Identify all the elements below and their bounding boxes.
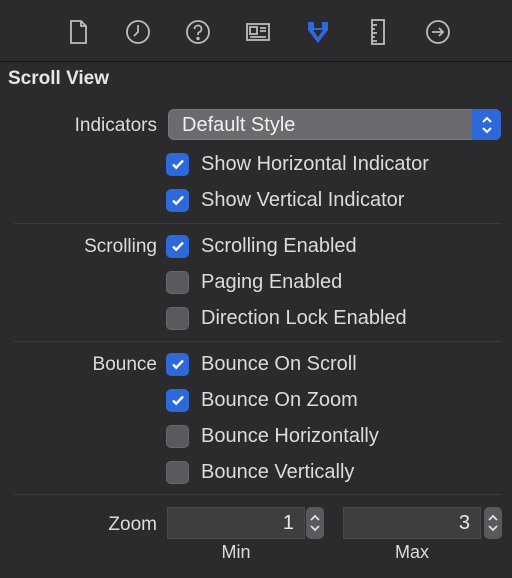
- checkbox-label: Paging Enabled: [201, 270, 343, 293]
- show-vertical-indicator-checkbox[interactable]: Show Vertical Indicator: [166, 187, 404, 213]
- checkmark-icon: [171, 359, 184, 370]
- checkbox-checked[interactable]: [166, 352, 189, 376]
- zoom-min-value: 1: [282, 512, 294, 534]
- divider: [14, 223, 502, 224]
- scrolling-label: Scrolling: [84, 236, 157, 257]
- connections-icon[interactable]: [420, 14, 456, 50]
- chevron-updown-icon: [310, 514, 320, 532]
- bounce-vertically-checkbox[interactable]: Bounce Vertically: [166, 459, 354, 485]
- checkbox-unchecked[interactable]: [166, 270, 189, 294]
- zoom-max-caption: Max: [394, 542, 429, 562]
- zoom-min-caption: Min: [221, 542, 251, 562]
- indicators-style-popup[interactable]: Default Style: [168, 109, 501, 140]
- indicators-style-value: Default Style: [182, 114, 296, 136]
- attributes-icon[interactable]: [300, 14, 336, 50]
- inspector-toolbar: [0, 0, 512, 62]
- bounce-on-zoom-checkbox[interactable]: Bounce On Zoom: [166, 387, 358, 413]
- checkbox-label: Show Vertical Indicator: [201, 188, 405, 211]
- bounce-label: Bounce: [92, 354, 157, 375]
- paging-enabled-checkbox[interactable]: Paging Enabled: [166, 269, 342, 295]
- ruler-icon[interactable]: [360, 14, 396, 50]
- bounce-on-scroll-checkbox[interactable]: Bounce On Scroll: [166, 351, 357, 377]
- identity-icon[interactable]: [240, 14, 276, 50]
- checkbox-label: Direction Lock Enabled: [201, 306, 407, 329]
- checkbox-checked[interactable]: [166, 152, 189, 176]
- checkbox-label: Bounce Vertically: [201, 460, 355, 483]
- checkbox-unchecked[interactable]: [166, 460, 189, 484]
- direction-lock-enabled-checkbox[interactable]: Direction Lock Enabled: [166, 305, 407, 331]
- divider: [14, 341, 502, 342]
- help-icon[interactable]: [180, 14, 216, 50]
- zoom-min-field[interactable]: 1: [167, 507, 305, 539]
- checkmark-icon: [171, 241, 184, 252]
- clock-icon[interactable]: [120, 14, 156, 50]
- checkmark-icon: [171, 159, 184, 170]
- checkbox-label: Bounce On Zoom: [201, 388, 358, 411]
- indicators-label: Indicators: [74, 115, 157, 136]
- scrolling-enabled-checkbox[interactable]: Scrolling Enabled: [166, 233, 357, 259]
- chevron-updown-icon: [488, 514, 498, 532]
- zoom-min-stepper[interactable]: [306, 507, 324, 539]
- checkbox-unchecked[interactable]: [166, 424, 189, 448]
- divider: [14, 494, 502, 495]
- checkbox-checked[interactable]: [166, 234, 189, 258]
- zoom-label: Zoom: [108, 514, 157, 535]
- file-icon[interactable]: [60, 14, 96, 50]
- chevron-updown-icon: [481, 116, 492, 133]
- checkmark-icon: [171, 195, 184, 206]
- checkbox-label: Bounce On Scroll: [201, 352, 357, 375]
- checkbox-label: Scrolling Enabled: [201, 234, 357, 257]
- checkbox-unchecked[interactable]: [166, 306, 189, 330]
- popup-stepper[interactable]: [472, 109, 501, 140]
- checkbox-checked[interactable]: [166, 388, 189, 412]
- checkbox-label: Show Horizontal Indicator: [201, 152, 429, 175]
- checkmark-icon: [171, 395, 184, 406]
- checkbox-checked[interactable]: [166, 188, 189, 212]
- show-horizontal-indicator-checkbox[interactable]: Show Horizontal Indicator: [166, 151, 429, 177]
- checkbox-label: Bounce Horizontally: [201, 424, 379, 447]
- zoom-max-field[interactable]: 3: [343, 507, 481, 539]
- zoom-max-stepper[interactable]: [484, 507, 502, 539]
- section-title: Scroll View: [8, 68, 110, 89]
- bounce-horizontally-checkbox[interactable]: Bounce Horizontally: [166, 423, 379, 449]
- zoom-max-value: 3: [458, 512, 470, 534]
